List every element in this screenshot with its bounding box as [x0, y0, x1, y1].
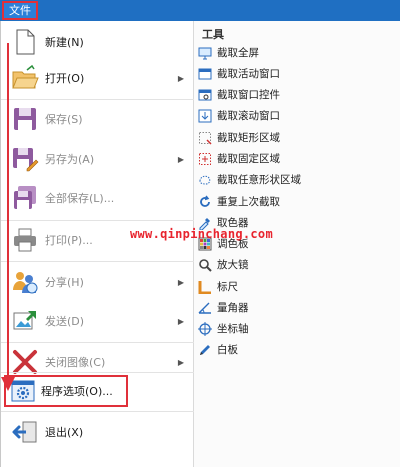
divider	[1, 372, 194, 373]
share-people-icon	[11, 268, 39, 296]
send-image-icon	[11, 307, 39, 335]
menu-item-label: 退出(X)	[45, 426, 84, 439]
menu-item-label: 分享(H)	[45, 276, 84, 289]
tool-label: 截取任意形状区域	[217, 174, 301, 186]
tool-label: 截取全屏	[217, 47, 259, 59]
tool-label: 截取固定区域	[217, 153, 280, 165]
menu-item-label: 打印(P)...	[45, 234, 93, 247]
tool-label: 放大镜	[217, 259, 249, 271]
save-all-icon	[11, 184, 39, 212]
tool-label: 截取活动窗口	[217, 68, 280, 80]
menu-item-label: 打开(O)	[45, 72, 85, 85]
tool-label: 重复上次截取	[217, 196, 280, 208]
tool-item-repeat-last-capture[interactable]: 重复上次截取	[198, 191, 280, 212]
pen-icon	[198, 343, 212, 357]
menu-item-label: 全部保存(L)...	[45, 192, 115, 205]
rectangle-region-icon	[198, 131, 212, 145]
tool-item-magnifier[interactable]: 放大镜	[198, 254, 249, 275]
options-highlight-box	[4, 375, 128, 407]
menu-item-label: 关闭图像(C)	[45, 356, 106, 369]
tool-label: 标尺	[217, 281, 238, 293]
exit-icon	[11, 418, 39, 446]
submenu-arrow-icon: ▶	[177, 357, 184, 367]
tool-label: 截取滚动窗口	[217, 110, 280, 122]
menu-item-open[interactable]: 打开(O) ▶	[1, 63, 194, 93]
tool-label: 坐标轴	[217, 323, 249, 335]
menu-item-save-all[interactable]: 全部保存(L)...	[1, 183, 194, 213]
magnifier-icon	[198, 258, 212, 272]
crosshair-icon	[198, 321, 212, 336]
annotation-arrow-line	[7, 43, 9, 383]
tools-header: 工具	[202, 28, 224, 41]
menu-item-send[interactable]: 发送(D) ▶	[1, 306, 194, 336]
menu-item-label: 新建(N)	[45, 36, 84, 49]
divider	[1, 220, 194, 221]
monitor-icon	[198, 46, 212, 60]
new-document-icon	[11, 28, 39, 56]
divider	[1, 261, 194, 262]
submenu-arrow-icon: ▶	[177, 316, 184, 326]
tool-item-capture-rectangle[interactable]: 截取矩形区域	[198, 127, 280, 148]
save-disk-icon	[11, 105, 39, 133]
menu-item-save-as[interactable]: 另存为(A) ▶	[1, 144, 194, 174]
open-folder-icon	[11, 64, 39, 92]
tool-label: 截取窗口控件	[217, 89, 280, 101]
tool-item-whiteboard[interactable]: 白板	[198, 339, 238, 360]
menu-item-new[interactable]: 新建(N)	[1, 27, 194, 57]
tools-panel: 工具 截取全屏 截取活动窗口 截取窗口控件 截取滚动窗口 截取矩形区域 截取固定…	[194, 21, 400, 467]
divider	[1, 411, 194, 412]
freeform-region-icon	[198, 173, 212, 187]
tool-item-capture-freeform[interactable]: 截取任意形状区域	[198, 169, 301, 190]
save-as-icon	[11, 145, 39, 173]
scroll-window-icon	[198, 109, 212, 123]
tool-item-crosshair[interactable]: 坐标轴	[198, 318, 249, 339]
window-icon	[198, 67, 212, 81]
file-menu-panel: 新建(N) 打开(O) ▶ 保存(S) 另存为(A) ▶ 全部保存(L)... …	[0, 21, 400, 467]
divider	[1, 99, 194, 100]
tool-item-capture-active-window[interactable]: 截取活动窗口	[198, 63, 280, 84]
annotation-arrow-head-icon	[1, 377, 15, 391]
tool-item-capture-fixed-region[interactable]: 截取固定区域	[198, 148, 280, 169]
file-tab[interactable]: 文件	[2, 1, 38, 20]
submenu-arrow-icon: ▶	[177, 277, 184, 287]
tool-item-capture-fullscreen[interactable]: 截取全屏	[198, 42, 259, 63]
tool-label: 截取矩形区域	[217, 132, 280, 144]
watermark-text: www.qinpinchang.com	[130, 227, 273, 241]
menu-item-label: 另存为(A)	[45, 153, 95, 166]
divider	[1, 342, 194, 343]
menu-item-label: 发送(D)	[45, 315, 85, 328]
file-menu-list: 新建(N) 打开(O) ▶ 保存(S) 另存为(A) ▶ 全部保存(L)... …	[1, 21, 194, 467]
tool-label: 白板	[217, 344, 238, 356]
menu-item-label: 保存(S)	[45, 113, 83, 126]
menu-item-share[interactable]: 分享(H) ▶	[1, 267, 194, 297]
submenu-arrow-icon: ▶	[177, 73, 184, 83]
ruler-icon	[198, 280, 212, 294]
tool-item-capture-scrolling-window[interactable]: 截取滚动窗口	[198, 105, 280, 126]
menu-bar: 文件	[0, 0, 400, 21]
submenu-arrow-icon: ▶	[177, 154, 184, 164]
tool-item-protractor[interactable]: 量角器	[198, 297, 249, 318]
menu-item-save[interactable]: 保存(S)	[1, 104, 194, 134]
printer-icon	[11, 226, 39, 254]
repeat-icon	[198, 195, 212, 209]
tool-item-ruler[interactable]: 标尺	[198, 276, 238, 297]
fixed-region-icon	[198, 152, 212, 166]
protractor-icon	[198, 301, 212, 315]
menu-item-exit[interactable]: 退出(X)	[1, 417, 194, 447]
tool-item-capture-window-control[interactable]: 截取窗口控件	[198, 84, 280, 105]
tool-label: 量角器	[217, 302, 249, 314]
window-control-icon	[198, 88, 212, 102]
